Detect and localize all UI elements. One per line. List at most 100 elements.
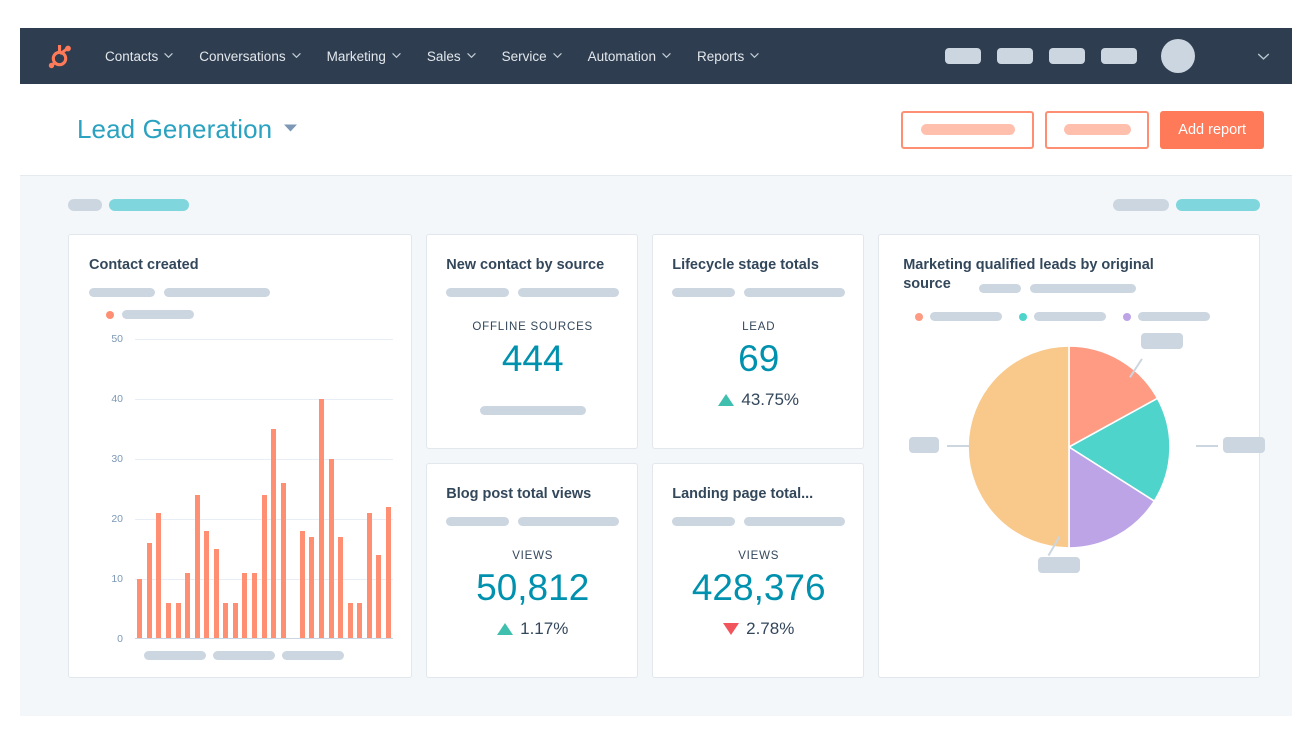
filter-chip-left[interactable]: [109, 199, 189, 211]
y-axis-tick-label: 20: [111, 513, 123, 526]
pie-slice-label-left: [909, 437, 940, 454]
bar[interactable]: [223, 603, 229, 640]
legend-color-swatch-3: [1123, 312, 1132, 321]
bar[interactable]: [299, 531, 305, 640]
pie-slice[interactable]: [967, 345, 1070, 550]
secondary-action-button-1[interactable]: [901, 110, 1035, 149]
header-actions: Add report: [901, 110, 1264, 149]
kpi-body: LEAD 69 43.75%: [672, 321, 845, 410]
report-card-contact-created[interactable]: Contact created 0 10 20 30 40 50: [68, 234, 413, 678]
filter-chip-right[interactable]: [1176, 199, 1260, 211]
triangle-down-icon: [723, 622, 740, 635]
nav-item-label: Marketing: [326, 48, 386, 64]
y-axis: 0 10 20 30 40 50: [89, 333, 129, 645]
card-title-line1: Marketing qualified leads by original: [903, 257, 1154, 273]
x-axis-line: [135, 638, 394, 640]
bar[interactable]: [232, 603, 238, 640]
nav-item-label: Reports: [696, 48, 745, 64]
subtitle-placeholder-a: [446, 517, 510, 527]
bar[interactable]: [385, 507, 391, 640]
account-menu-chevron-down-icon[interactable]: [1257, 50, 1270, 63]
bar[interactable]: [213, 549, 219, 640]
bar[interactable]: [242, 573, 248, 640]
chevron-down-icon: [552, 51, 562, 60]
main-menu: Contacts Conversations Marketing Sales S…: [92, 49, 772, 64]
filter-label-placeholder: [68, 199, 102, 211]
hubspot-sprocket-logo[interactable]: [44, 41, 74, 71]
bar[interactable]: [338, 537, 344, 640]
nav-utility-placeholder-3[interactable]: [1049, 48, 1085, 64]
kpi-body: VIEWS 428,376 2.78%: [672, 550, 845, 639]
bar[interactable]: [137, 579, 143, 640]
legend-color-swatch-2: [1019, 312, 1028, 321]
bar[interactable]: [271, 429, 277, 640]
chevron-down-icon: [662, 51, 671, 60]
nav-item-sales[interactable]: Sales: [414, 49, 489, 64]
report-card-landing-page-total-views[interactable]: Landing page total... VIEWS 428,376 2.78…: [652, 463, 865, 678]
bar[interactable]: [376, 555, 382, 640]
bar[interactable]: [185, 573, 191, 640]
report-card-mql-by-source[interactable]: Marketing qualified leads by original so…: [878, 234, 1266, 678]
nav-utility-placeholder-2[interactable]: [997, 48, 1033, 64]
nav-utility-placeholder-4[interactable]: [1101, 48, 1137, 64]
bar-slot: [317, 339, 327, 640]
bar[interactable]: [261, 495, 267, 640]
report-card-new-contact-by-source[interactable]: New contact by source OFFLINE SOURCES 44…: [426, 234, 639, 449]
add-report-button[interactable]: Add report: [1160, 110, 1264, 149]
bar[interactable]: [366, 513, 372, 640]
bar[interactable]: [280, 483, 286, 640]
bar[interactable]: [175, 603, 181, 640]
chevron-down-icon: [466, 51, 476, 60]
nav-item-automation[interactable]: Automation: [575, 49, 684, 64]
kpi-value: 69: [738, 338, 780, 380]
legend-label-placeholder-1: [930, 312, 1003, 322]
secondary-action-button-2[interactable]: [1045, 110, 1150, 149]
pie-leader-line-left: [947, 445, 970, 447]
subtitle-placeholder-b: [164, 288, 270, 298]
nav-item-label: Conversations: [199, 48, 286, 64]
nav-item-reports[interactable]: Reports: [684, 49, 772, 64]
nav-item-marketing[interactable]: Marketing: [314, 49, 414, 64]
bar-slot: [192, 339, 202, 640]
bar-slot: [345, 339, 355, 640]
bar[interactable]: [357, 603, 363, 640]
legend-color-swatch-1: [915, 312, 924, 321]
bar[interactable]: [328, 459, 334, 640]
bar[interactable]: [156, 513, 162, 640]
dashboard-title-group[interactable]: Lead Generation: [77, 114, 298, 145]
bar[interactable]: [318, 399, 324, 640]
nav-item-conversations[interactable]: Conversations: [186, 49, 313, 64]
report-card-lifecycle-stage-totals[interactable]: Lifecycle stage totals LEAD 69 43.75%: [652, 234, 865, 449]
bar-slot: [355, 339, 365, 640]
bar-slot: [250, 339, 260, 640]
bar[interactable]: [204, 531, 210, 640]
bar[interactable]: [194, 495, 200, 640]
nav-utility-placeholder-1[interactable]: [945, 48, 981, 64]
bar[interactable]: [309, 537, 315, 640]
triangle-up-icon: [497, 622, 514, 635]
kpi-value: 444: [501, 338, 564, 380]
bar[interactable]: [252, 573, 258, 640]
pie-slice-label-top: [1141, 333, 1184, 350]
bar-slot: [326, 339, 336, 640]
card-subtitle-placeholder: [672, 517, 846, 527]
bar-slot: [336, 339, 346, 640]
card-subtitle-placeholder: [446, 288, 620, 298]
report-card-blog-post-total-views[interactable]: Blog post total views VIEWS 50,812 1.17%: [426, 463, 639, 678]
caret-down-icon[interactable]: [283, 123, 298, 133]
bar[interactable]: [347, 603, 353, 640]
nav-item-contacts[interactable]: Contacts: [92, 49, 186, 64]
y-axis-tick-label: 40: [111, 393, 123, 406]
bar[interactable]: [146, 543, 152, 640]
card-subtitle-placeholder: [89, 288, 393, 298]
avatar[interactable]: [1161, 39, 1195, 73]
kpi-delta-value: 43.75%: [741, 389, 800, 409]
subtitle-placeholder-b: [744, 517, 846, 527]
legend-color-swatch: [106, 310, 114, 319]
triangle-up-icon: [718, 393, 735, 406]
bar[interactable]: [165, 603, 171, 640]
bar-chart: 0 10 20 30 40 50: [89, 333, 394, 645]
bar-slot: [259, 339, 269, 640]
kpi-value: 50,812: [476, 567, 590, 609]
nav-item-service[interactable]: Service: [489, 49, 575, 64]
